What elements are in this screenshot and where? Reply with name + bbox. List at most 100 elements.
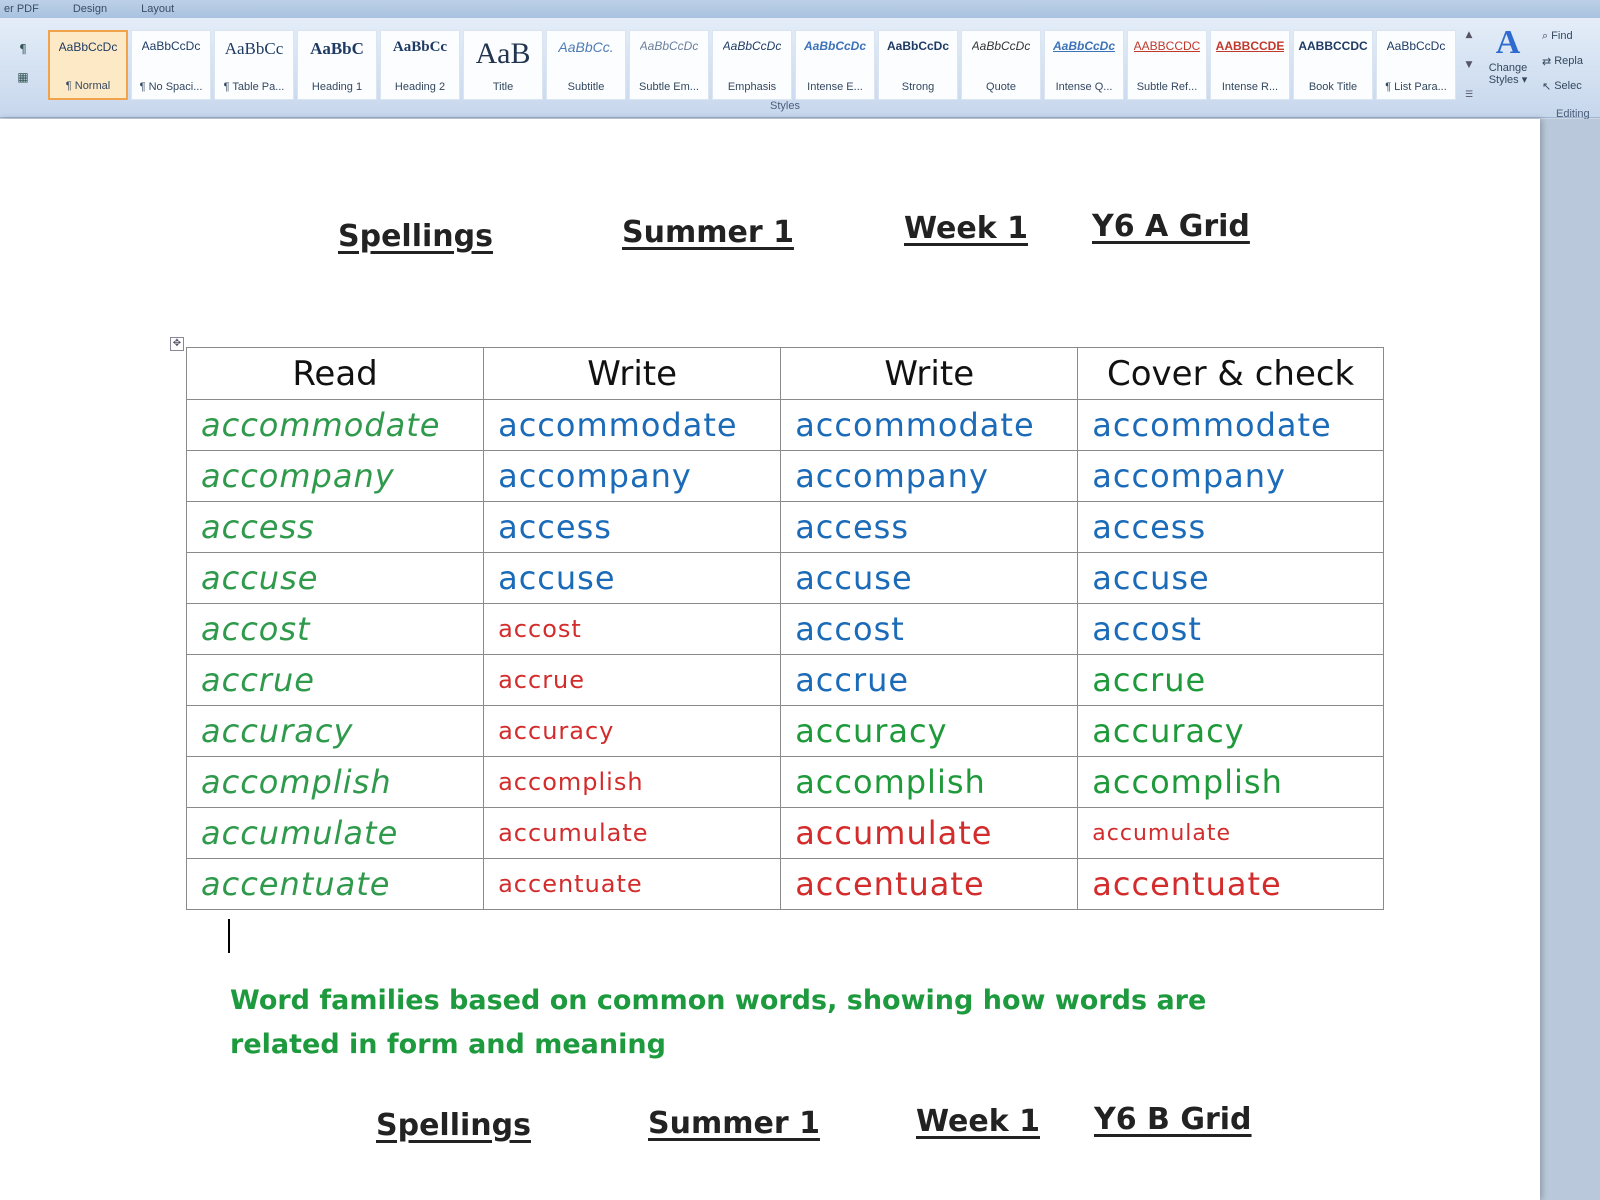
table-cell[interactable]: accompany [185, 450, 485, 502]
document-canvas: Spellings Summer 1 Week 1 Y6 A Grid ✥ Re… [0, 119, 1600, 1200]
table-cell[interactable]: accrue [780, 654, 1079, 706]
table-cell[interactable]: accuracy [483, 705, 782, 757]
table-header-row: Read Write Write Cover & check [185, 347, 1384, 400]
heading-spellings: Spellings [376, 1108, 531, 1143]
style-book-title[interactable]: AABBCCDC Book Title [1293, 30, 1373, 100]
table-cell[interactable]: access [185, 501, 485, 553]
style-name: Book Title [1308, 81, 1358, 93]
style-intense-emphasis[interactable]: AaBbCcDc Intense E... [795, 30, 875, 100]
replace-button[interactable]: ⇄ Repla [1542, 55, 1600, 68]
style-sample: AaBbCc [224, 39, 284, 58]
table-cell[interactable]: accompany [780, 450, 1079, 502]
style-subtitle[interactable]: AaBbCc. Subtitle [546, 30, 626, 100]
binoculars-icon: ⌕ [1542, 30, 1549, 42]
style-subtle-reference[interactable]: AABBCCDC Subtle Ref... [1127, 30, 1207, 100]
style-name: Intense R... [1221, 81, 1279, 93]
table-cell[interactable]: access [780, 501, 1079, 553]
table-row: accrue accrue accrue accrue [185, 654, 1384, 706]
table-cell[interactable]: accuracy [1077, 705, 1384, 757]
change-styles-icon: A [1495, 24, 1521, 61]
styles-gallery-scroll: ▲ ▼ ☰ [1462, 30, 1476, 100]
paragraph-mark-icon[interactable]: ¶ [19, 42, 27, 56]
editing-group: ⌕ Find ⇄ Repla ↖ Selec [1542, 24, 1600, 114]
change-styles-button[interactable]: A Change Styles ▾ [1480, 24, 1536, 104]
table-cell[interactable]: accomplish [780, 756, 1079, 808]
table-cell[interactable]: accrue [483, 654, 782, 706]
style-sample: AaBbCcDc [722, 39, 782, 53]
style-sample: AABBCCDC [1298, 39, 1368, 53]
style-quote[interactable]: AaBbCcDc Quote [961, 30, 1041, 100]
table-cell[interactable]: accrue [1077, 654, 1384, 706]
find-button[interactable]: ⌕ Find [1542, 30, 1600, 43]
table-cell[interactable]: accuse [483, 552, 782, 604]
table-cell[interactable]: accentuate [483, 858, 782, 910]
table-cell[interactable]: accentuate [780, 858, 1079, 910]
tab-pdf[interactable]: er PDF [4, 3, 39, 15]
style-sample: AaBbCcDc [639, 39, 699, 53]
table-cell[interactable]: accommodate [483, 399, 782, 451]
scroll-down-icon[interactable]: ▼ [1466, 60, 1473, 70]
tab-design[interactable]: Design [73, 3, 107, 15]
header-cover-check: Cover & check [1077, 347, 1384, 400]
table-row: accommodate accommodate accommodate acco… [185, 399, 1384, 451]
table-cell[interactable]: accost [185, 603, 485, 655]
table-cell[interactable]: accumulate [1077, 807, 1384, 859]
table-cell[interactable]: accumulate [780, 807, 1079, 859]
style-normal[interactable]: AaBbCcDc ¶ Normal [48, 30, 128, 100]
style-name: ¶ Normal [65, 80, 111, 92]
style-heading-2[interactable]: AaBbCc Heading 2 [380, 30, 460, 100]
style-no-spacing[interactable]: AaBbCcDc ¶ No Spaci... [131, 30, 211, 100]
table-cell[interactable]: accommodate [780, 399, 1079, 451]
table-cell[interactable]: accumulate [185, 807, 485, 859]
select-button[interactable]: ↖ Selec [1542, 80, 1600, 93]
change-styles-label-2: Styles ▾ [1488, 74, 1528, 86]
tab-layout[interactable]: Layout [141, 3, 174, 15]
cursor-arrow-icon: ↖ [1542, 81, 1552, 93]
table-cell[interactable]: access [483, 501, 782, 553]
style-emphasis[interactable]: AaBbCcDc Emphasis [712, 30, 792, 100]
style-intense-reference[interactable]: AABBCCDE Intense R... [1210, 30, 1290, 100]
style-name: ¶ Table Pa... [223, 81, 285, 93]
change-styles-label: Change [1488, 62, 1528, 74]
table-row: accentuate accentuate accentuate accentu… [185, 858, 1384, 910]
table-cell[interactable]: accuse [1077, 552, 1384, 604]
style-title[interactable]: AaB Title [463, 30, 543, 100]
gallery-more-icon[interactable]: ☰ [1465, 90, 1473, 100]
style-list-paragraph[interactable]: AaBbCcDc ¶ List Para... [1376, 30, 1456, 100]
table-cell[interactable]: accomplish [483, 756, 782, 808]
style-table-paragraph[interactable]: AaBbCc ¶ Table Pa... [214, 30, 294, 100]
table-cell[interactable]: accommodate [185, 399, 485, 451]
style-heading-1[interactable]: AaBbC Heading 1 [297, 30, 377, 100]
table-cell[interactable]: accuracy [780, 705, 1079, 757]
document-page[interactable]: Spellings Summer 1 Week 1 Y6 A Grid ✥ Re… [0, 119, 1540, 1200]
heading-term: Summer 1 [622, 215, 794, 250]
table-cell[interactable]: accompany [483, 450, 782, 502]
heading-row-b: Spellings Summer 1 Week 1 Y6 B Grid [0, 1102, 1540, 1154]
table-cell[interactable]: accost [1077, 603, 1384, 655]
table-cell[interactable]: accrue [185, 654, 485, 706]
table-cell[interactable]: accost [780, 603, 1079, 655]
style-name: ¶ No Spaci... [139, 81, 203, 93]
table-cell[interactable]: accomplish [1077, 756, 1384, 808]
heading-week: Week 1 [904, 211, 1028, 246]
table-cell[interactable]: accuse [780, 552, 1079, 604]
style-strong[interactable]: AaBbCcDc Strong [878, 30, 958, 100]
table-cell[interactable]: accompany [1077, 450, 1384, 502]
table-move-handle-icon[interactable]: ✥ [170, 337, 184, 351]
table-cell[interactable]: accost [483, 603, 782, 655]
table-cell[interactable]: accuse [185, 552, 485, 604]
table-cell[interactable]: accomplish [185, 756, 485, 808]
table-cell[interactable]: accommodate [1077, 399, 1384, 451]
table-cell[interactable]: accumulate [483, 807, 782, 859]
style-name: Heading 2 [394, 81, 446, 93]
style-subtle-emphasis[interactable]: AaBbCcDc Subtle Em... [629, 30, 709, 100]
table-cell[interactable]: accentuate [1077, 858, 1384, 910]
table-row: accumulate accumulate accumulate accumul… [185, 807, 1384, 859]
style-intense-quote[interactable]: AaBbCcDc Intense Q... [1044, 30, 1124, 100]
scroll-up-icon[interactable]: ▲ [1466, 30, 1473, 40]
borders-icon[interactable]: ▦ [17, 70, 28, 84]
table-cell[interactable]: accentuate [185, 858, 485, 910]
table-cell[interactable]: access [1077, 501, 1384, 553]
table-cell[interactable]: accuracy [185, 705, 485, 757]
ribbon-tab-bar: er PDF Design Layout [0, 0, 1600, 18]
